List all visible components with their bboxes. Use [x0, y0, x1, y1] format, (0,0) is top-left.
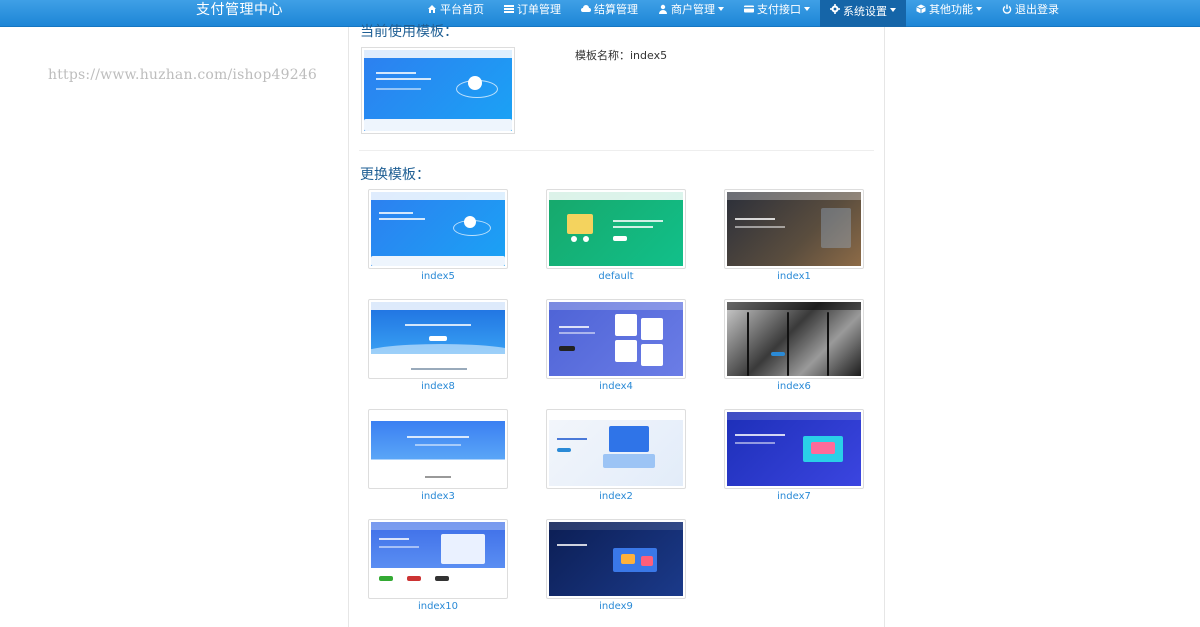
current-template-name: 模板名称：index5: [575, 49, 668, 62]
change-template-title: 更换模板：: [360, 167, 430, 183]
nav-orders[interactable]: 订单管理: [494, 0, 571, 18]
template-card-default[interactable]: default: [546, 189, 686, 282]
template-name-link[interactable]: index10: [368, 601, 508, 612]
list-icon: [504, 5, 514, 13]
template-card-index5[interactable]: index5: [368, 189, 508, 282]
cube-icon: [916, 4, 926, 14]
nav-logout[interactable]: 退出登录: [992, 0, 1069, 18]
home-icon: [428, 5, 436, 13]
top-navbar: 支付管理中心 平台首页 订单管理 结算管理 商户管理 支付接口 系统设置 其他功…: [0, 0, 1200, 27]
template-thumbnail[interactable]: [724, 189, 864, 269]
nav-other-label: 其他功能: [929, 3, 973, 16]
nav-logout-label: 退出登录: [1015, 3, 1059, 16]
template-name-link[interactable]: index9: [546, 601, 686, 612]
watermark-url: https://www.huzhan.com/ishop49246: [48, 67, 318, 83]
template-thumbnail[interactable]: [368, 299, 508, 379]
template-thumbnail[interactable]: [546, 519, 686, 599]
template-panel: 当前使用模板： 模板名称：index5 更换模板： index5 default…: [348, 24, 885, 627]
template-name-link[interactable]: index8: [368, 381, 508, 392]
divider: [359, 150, 874, 151]
nav-merchants-label: 商户管理: [671, 3, 715, 16]
template-thumbnail[interactable]: [546, 299, 686, 379]
template-thumbnail[interactable]: [368, 409, 508, 489]
nav-settlement-label: 结算管理: [594, 3, 638, 16]
user-icon: [659, 4, 667, 14]
template-thumbnail[interactable]: [368, 519, 508, 599]
template-card-index10[interactable]: index10: [368, 519, 508, 612]
template-name-link[interactable]: index7: [724, 491, 864, 502]
template-name-link[interactable]: default: [546, 271, 686, 282]
template-thumbnail[interactable]: [368, 189, 508, 269]
chevron-down-icon: [804, 7, 810, 11]
gear-icon: [830, 4, 840, 14]
nav-menu: 平台首页 订单管理 结算管理 商户管理 支付接口 系统设置 其他功能 退出登录: [417, 0, 1069, 27]
brand-title[interactable]: 支付管理中心: [196, 0, 283, 20]
chevron-down-icon: [890, 8, 896, 12]
template-card-index3[interactable]: index3: [368, 409, 508, 502]
nav-payment-api[interactable]: 支付接口: [734, 0, 820, 18]
current-template-preview: [361, 47, 515, 134]
template-thumbnail[interactable]: [546, 189, 686, 269]
template-name-link[interactable]: index3: [368, 491, 508, 502]
nav-home[interactable]: 平台首页: [417, 0, 494, 18]
template-card-index1[interactable]: index1: [724, 189, 864, 282]
template-card-index6[interactable]: index6: [724, 299, 864, 392]
template-thumbnail[interactable]: [724, 409, 864, 489]
template-name-link[interactable]: index1: [724, 271, 864, 282]
nav-orders-label: 订单管理: [517, 3, 561, 16]
template-card-index7[interactable]: index7: [724, 409, 864, 502]
template-name-link[interactable]: index4: [546, 381, 686, 392]
nav-payment-api-label: 支付接口: [757, 3, 801, 16]
template-card-index2[interactable]: index2: [546, 409, 686, 502]
template-thumbnail[interactable]: [724, 299, 864, 379]
template-thumbnail[interactable]: [546, 409, 686, 489]
nav-system-settings[interactable]: 系统设置: [820, 0, 906, 27]
template-name-link[interactable]: index5: [368, 271, 508, 282]
current-template-title: 当前使用模板：: [360, 24, 458, 40]
template-name-link[interactable]: index6: [724, 381, 864, 392]
chevron-down-icon: [976, 7, 982, 11]
cloud-icon: [581, 5, 591, 12]
nav-system-settings-label: 系统设置: [843, 5, 887, 18]
power-icon: [1002, 4, 1012, 14]
template-card-index4[interactable]: index4: [546, 299, 686, 392]
nav-settlement[interactable]: 结算管理: [571, 0, 648, 18]
card-icon: [744, 5, 754, 13]
nav-other[interactable]: 其他功能: [906, 0, 992, 18]
nav-home-label: 平台首页: [440, 3, 484, 16]
template-name-link[interactable]: index2: [546, 491, 686, 502]
nav-merchants[interactable]: 商户管理: [648, 0, 734, 18]
template-card-index8[interactable]: index8: [368, 299, 508, 392]
chevron-down-icon: [718, 7, 724, 11]
template-card-index9[interactable]: index9: [546, 519, 686, 612]
